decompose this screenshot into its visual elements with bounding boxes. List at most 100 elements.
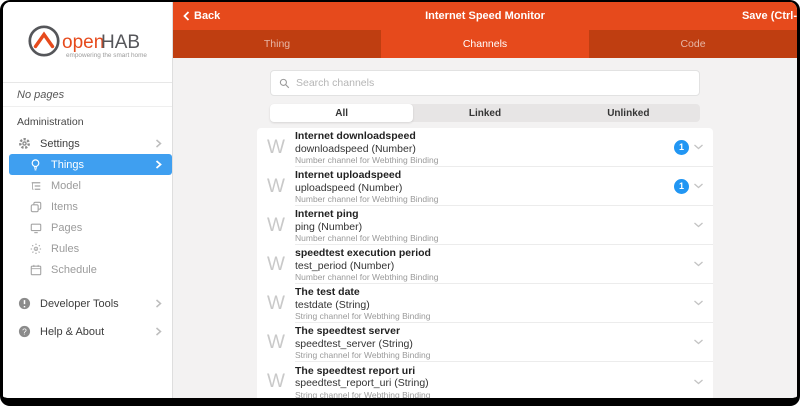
filter-all[interactable]: All [270, 104, 413, 122]
sidebar-item-label: Things [51, 159, 84, 171]
webthing-channel-icon: W [257, 128, 295, 167]
webthing-channel-icon: W [257, 323, 295, 362]
linked-items-badge: 1 [674, 140, 689, 155]
channel-row-test-period[interactable]: W speedtest execution period test_period… [257, 245, 713, 284]
openhab-logo-icon: open HAB empowering the smart home [24, 20, 152, 64]
sidebar-item-label: Schedule [51, 264, 97, 276]
sidebar-item-things[interactable]: Things [9, 154, 172, 175]
chevron-down-icon[interactable] [693, 299, 704, 307]
model-tree-icon [28, 180, 43, 192]
chevron-right-icon [155, 160, 162, 169]
sidebar-item-model[interactable]: Model [3, 175, 172, 196]
developer-tools-icon [17, 297, 32, 310]
webthing-channel-icon: W [257, 284, 295, 323]
lightbulb-icon [28, 158, 43, 172]
webthing-channel-icon: W [257, 167, 295, 206]
openhab-logo: open HAB empowering the smart home [3, 2, 172, 82]
sidebar-item-label: Help & About [40, 326, 104, 338]
sidebar-item-settings[interactable]: Settings [3, 133, 172, 154]
sidebar-item-label: Items [51, 201, 78, 213]
channel-description: Number channel for Webthing Binding [295, 194, 674, 205]
search-bar[interactable] [270, 70, 700, 96]
filter-unlinked[interactable]: Unlinked [557, 104, 700, 122]
filter-linked[interactable]: Linked [413, 104, 556, 122]
sidebar-item-help-about[interactable]: ? Help & About [3, 321, 172, 342]
linked-items-badge: 1 [674, 179, 689, 194]
administration-section-label: Administration [17, 116, 172, 128]
sidebar-item-label: Pages [51, 222, 82, 234]
channel-description: String channel for Webthing Binding [295, 350, 693, 361]
help-icon: ? [17, 325, 32, 338]
gear-icon [17, 137, 32, 150]
webthing-channel-icon: W [257, 245, 295, 284]
channel-title: Internet uploadspeed [295, 169, 674, 182]
channel-description: String channel for Webthing Binding [295, 390, 693, 398]
main-area: Back Internet Speed Monitor Save (Ctrl- … [173, 2, 797, 398]
page-title: Internet Speed Monitor [425, 10, 545, 22]
channel-id: speedtest_server (String) [295, 338, 693, 351]
channel-title: The speedtest server [295, 325, 693, 338]
chevron-down-icon[interactable] [693, 182, 704, 190]
webthing-channel-icon: W [257, 362, 295, 398]
channel-row-ping[interactable]: W Internet ping ping (Number) Number cha… [257, 206, 713, 245]
tab-channels[interactable]: Channels [381, 30, 589, 58]
filter-segmented-control: All Linked Unlinked [270, 104, 700, 122]
navbar: Back Internet Speed Monitor Save (Ctrl- [173, 2, 797, 30]
channel-id: testdate (String) [295, 299, 693, 312]
chevron-right-icon [155, 299, 162, 308]
channel-row-testdate[interactable]: W The test date testdate (String) String… [257, 284, 713, 323]
channel-id: speedtest_report_uri (String) [295, 377, 693, 390]
back-label: Back [194, 10, 220, 22]
channel-title: Internet ping [295, 208, 693, 221]
chevron-left-icon [183, 11, 190, 21]
webthing-channel-icon: W [257, 206, 295, 245]
channel-title: speedtest execution period [295, 247, 693, 260]
channel-row-speedtest-server[interactable]: W The speedtest server speedtest_server … [257, 323, 713, 362]
sidebar-item-schedule[interactable]: Schedule [3, 259, 172, 280]
pages-monitor-icon [28, 222, 43, 234]
chevron-down-icon[interactable] [693, 260, 704, 268]
channel-row-uploadspeed[interactable]: W Internet uploadspeed uploadspeed (Numb… [257, 167, 713, 206]
channel-id: test_period (Number) [295, 260, 693, 273]
svg-text:?: ? [22, 326, 27, 336]
channel-description: Number channel for Webthing Binding [295, 233, 693, 244]
svg-text:open: open [62, 32, 104, 53]
channel-title: Internet downloadspeed [295, 130, 674, 143]
app-window: open HAB empowering the smart home No pa… [0, 0, 800, 406]
tab-bar: Thing Channels Code [173, 30, 797, 58]
save-button[interactable]: Save (Ctrl- [742, 10, 797, 22]
rules-sparkle-icon [28, 243, 43, 255]
sidebar-item-label: Settings [40, 138, 80, 150]
sidebar-item-items[interactable]: Items [3, 196, 172, 217]
channel-title: The test date [295, 286, 693, 299]
no-pages-label: No pages [3, 82, 172, 107]
chevron-right-icon [155, 327, 162, 336]
sidebar: open HAB empowering the smart home No pa… [3, 2, 173, 398]
channel-description: Number channel for Webthing Binding [295, 155, 674, 166]
back-button[interactable]: Back [183, 10, 220, 22]
sidebar-item-developer-tools[interactable]: Developer Tools [3, 293, 172, 314]
channel-id: uploadspeed (Number) [295, 182, 674, 195]
channel-row-speedtest-report-uri[interactable]: W The speedtest report uri speedtest_rep… [257, 362, 713, 398]
tab-code[interactable]: Code [589, 30, 797, 58]
chevron-down-icon[interactable] [693, 378, 704, 386]
channel-id: downloadspeed (Number) [295, 143, 674, 156]
sidebar-item-label: Developer Tools [40, 298, 119, 310]
channel-title: The speedtest report uri [295, 365, 693, 378]
sidebar-item-rules[interactable]: Rules [3, 238, 172, 259]
sidebar-item-pages[interactable]: Pages [3, 217, 172, 238]
sidebar-item-label: Rules [51, 243, 79, 255]
tab-thing[interactable]: Thing [173, 30, 381, 58]
chevron-down-icon[interactable] [693, 143, 704, 151]
channels-panel: All Linked Unlinked W Internet downloads… [173, 58, 797, 398]
channel-list: W Internet downloadspeed downloadspeed (… [257, 128, 713, 398]
search-icon [279, 78, 290, 89]
sidebar-item-label: Model [51, 180, 81, 192]
search-input[interactable] [296, 77, 691, 89]
channel-row-downloadspeed[interactable]: W Internet downloadspeed downloadspeed (… [257, 128, 713, 167]
chevron-down-icon[interactable] [693, 221, 704, 229]
channel-description: String channel for Webthing Binding [295, 311, 693, 322]
svg-text:empowering the smart home: empowering the smart home [66, 52, 147, 59]
schedule-calendar-icon [28, 264, 43, 276]
chevron-down-icon[interactable] [693, 338, 704, 346]
